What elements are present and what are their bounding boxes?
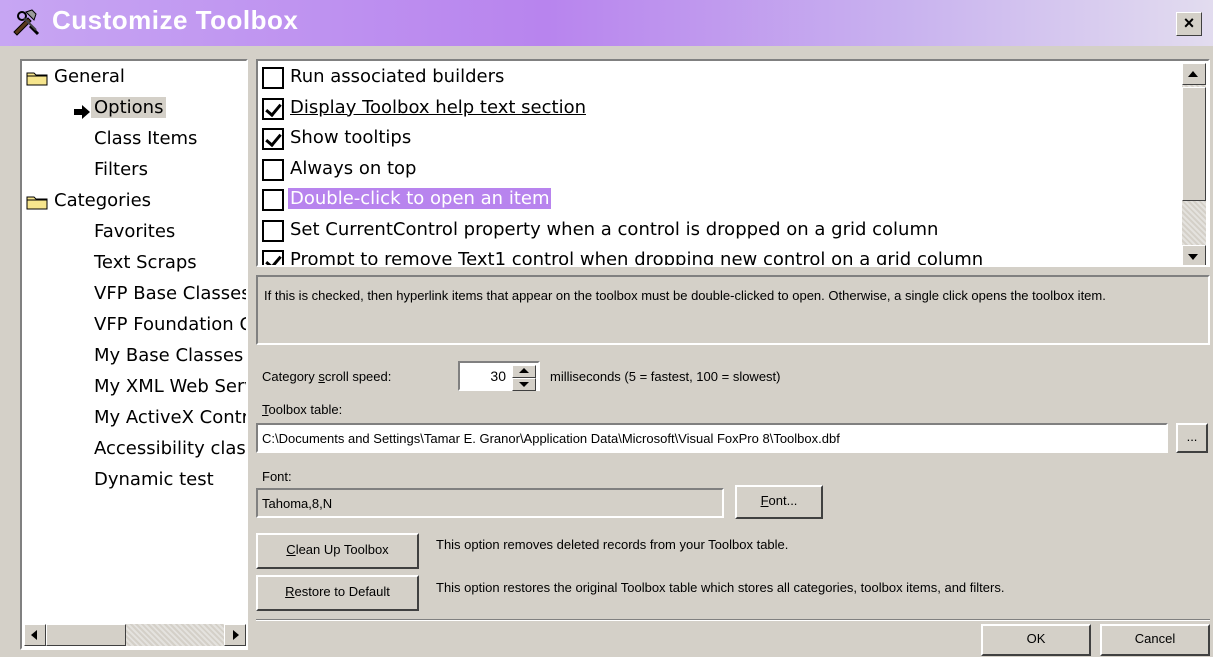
- restore-to-default-button[interactable]: Restore to Default: [256, 575, 419, 611]
- spinner-buttons: [512, 365, 536, 391]
- tree-item[interactable]: Text Scraps: [94, 252, 197, 273]
- scroll-left-button[interactable]: [24, 624, 46, 646]
- tree-item[interactable]: VFP Foundation Classes: [94, 314, 246, 335]
- scroll-thumb[interactable]: [46, 624, 126, 646]
- arrow-up-icon: [1188, 71, 1198, 77]
- category-tree[interactable]: General Options Class Items Filters Categori…: [20, 59, 248, 650]
- tree-item[interactable]: Accessibility classes: [94, 438, 246, 459]
- cancel-button[interactable]: Cancel: [1100, 624, 1210, 656]
- tree-item[interactable]: VFP Base Classes: [94, 283, 246, 304]
- tree-horizontal-scrollbar[interactable]: [24, 624, 246, 646]
- option-checkbox[interactable]: [262, 219, 284, 242]
- window-title: Customize Toolbox: [52, 5, 299, 35]
- option-label: Show tooltips: [290, 127, 412, 148]
- spin-up-button[interactable]: [512, 365, 536, 378]
- arrow-down-icon: [1188, 254, 1198, 260]
- option-label: Display Toolbox help text section: [290, 96, 586, 118]
- customize-toolbox-dialog: Customize Toolbox × General Options Class …: [0, 0, 1213, 657]
- arrow-right-icon: [74, 105, 90, 119]
- tree-item[interactable]: Options: [91, 97, 167, 118]
- clean-up-toolbox-button[interactable]: Clean Up Toolbox: [256, 533, 419, 569]
- tree-item[interactable]: Filters: [94, 159, 148, 180]
- tree-item[interactable]: Dynamic test: [94, 469, 214, 490]
- scroll-up-button[interactable]: [1182, 63, 1206, 85]
- font-button[interactable]: Font...: [735, 485, 823, 519]
- scroll-speed-value[interactable]: 30: [490, 368, 506, 384]
- option-checkbox[interactable]: [262, 189, 284, 211]
- option-checkbox[interactable]: [262, 158, 284, 181]
- scroll-speed-label: Category scroll speed:: [262, 369, 392, 384]
- footer-divider: [256, 619, 1210, 621]
- option-checkbox[interactable]: [262, 128, 284, 150]
- option-label: Run associated builders: [290, 66, 505, 87]
- option-label: Set CurrentControl property when a contr…: [290, 218, 939, 240]
- toolbox-table-path[interactable]: C:\Documents and Settings\Tamar E. Grano…: [262, 431, 840, 446]
- scroll-down-button[interactable]: [1182, 245, 1206, 265]
- tools-icon: [13, 9, 40, 36]
- tree-list: General Options Class Items Filters Categori…: [22, 61, 246, 621]
- folder-icon: [26, 196, 48, 210]
- tree-item[interactable]: Favorites: [94, 221, 175, 242]
- cleanup-description: This option removes deleted records from…: [436, 537, 789, 552]
- scroll-thumb[interactable]: [1182, 87, 1206, 201]
- spin-down-button[interactable]: [512, 378, 536, 391]
- tree-item[interactable]: My Base Classes: [94, 345, 243, 366]
- restore-description: This option restores the original Toolbo…: [436, 580, 1005, 595]
- option-label: Prompt to remove Text1 control when drop…: [290, 249, 984, 267]
- tree-folder-item[interactable]: Categories: [54, 190, 151, 211]
- option-label: Double-click to open an item: [288, 188, 552, 209]
- help-text: If this is checked, then hyperlink items…: [264, 288, 1106, 303]
- scroll-speed-suffix: milliseconds (5 = fastest, 100 = slowest…: [550, 369, 781, 384]
- option-label: Always on top: [290, 157, 417, 179]
- toolbox-table-field[interactable]: C:\Documents and Settings\Tamar E. Grano…: [256, 423, 1168, 453]
- tree-folder-item[interactable]: General: [54, 66, 125, 87]
- browse-button[interactable]: ...: [1176, 423, 1208, 453]
- scroll-speed-spinner[interactable]: 30: [458, 361, 540, 391]
- tree-item[interactable]: Class Items: [94, 128, 197, 149]
- font-value: Tahoma,8,N: [262, 496, 333, 511]
- arrow-down-icon: [519, 382, 529, 387]
- tree-item[interactable]: My ActiveX Controls: [94, 407, 246, 428]
- options-vertical-scrollbar[interactable]: [1182, 63, 1206, 265]
- font-label: Font:: [262, 469, 292, 484]
- arrow-right-icon: [233, 630, 239, 640]
- close-button[interactable]: ×: [1176, 12, 1202, 36]
- tree-item[interactable]: My XML Web Services: [94, 376, 246, 397]
- font-field: Tahoma,8,N: [256, 488, 724, 518]
- folder-icon: [26, 72, 48, 86]
- option-checkbox[interactable]: [262, 250, 284, 265]
- arrow-left-icon: [31, 630, 37, 640]
- title-bar[interactable]: Customize Toolbox ×: [0, 0, 1213, 46]
- scroll-right-button[interactable]: [224, 624, 246, 646]
- option-checkbox[interactable]: [262, 67, 284, 89]
- toolbox-table-label: Toolbox table:: [262, 402, 343, 417]
- ok-button[interactable]: OK: [981, 624, 1091, 656]
- help-text-section: If this is checked, then hyperlink items…: [256, 275, 1210, 345]
- options-list[interactable]: Run associated builders Display Toolbox h…: [256, 59, 1210, 267]
- arrow-up-icon: [519, 368, 529, 373]
- option-checkbox[interactable]: [262, 97, 284, 120]
